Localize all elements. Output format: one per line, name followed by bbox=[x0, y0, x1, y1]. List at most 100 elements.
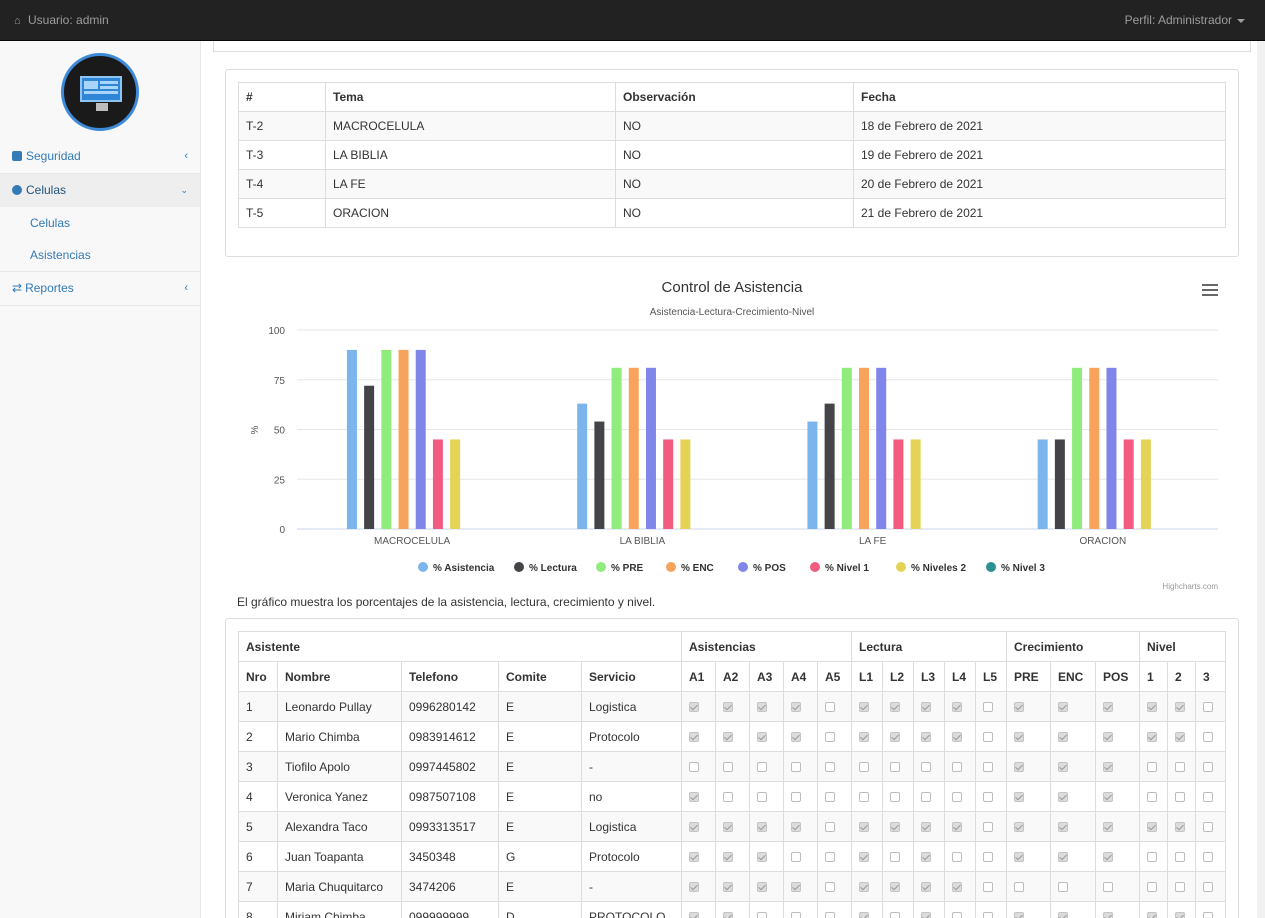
attendance-checkbox[interactable] bbox=[952, 912, 962, 918]
attendance-checkbox[interactable] bbox=[1103, 792, 1113, 803]
attendance-checkbox[interactable] bbox=[1014, 732, 1024, 743]
attendance-checkbox[interactable] bbox=[757, 792, 767, 803]
attendance-checkbox[interactable] bbox=[952, 822, 962, 833]
attendance-checkbox[interactable] bbox=[825, 912, 835, 918]
attendance-checkbox[interactable] bbox=[890, 882, 900, 893]
attendance-checkbox[interactable] bbox=[723, 792, 733, 803]
attendance-checkbox[interactable] bbox=[952, 762, 962, 773]
attendance-checkbox[interactable] bbox=[723, 762, 733, 773]
attendance-checkbox[interactable] bbox=[1058, 912, 1068, 918]
attendance-checkbox[interactable] bbox=[983, 882, 993, 893]
attendance-checkbox[interactable] bbox=[1103, 912, 1113, 918]
attendance-checkbox[interactable] bbox=[825, 732, 835, 743]
attendance-checkbox[interactable] bbox=[757, 882, 767, 893]
attendance-checkbox[interactable] bbox=[757, 852, 767, 863]
attendance-checkbox[interactable] bbox=[1103, 762, 1113, 773]
attendance-checkbox[interactable] bbox=[921, 852, 931, 863]
attendance-checkbox[interactable] bbox=[921, 792, 931, 803]
attendance-checkbox[interactable] bbox=[1058, 702, 1068, 713]
attendance-checkbox[interactable] bbox=[983, 852, 993, 863]
attendance-checkbox[interactable] bbox=[1103, 702, 1113, 713]
attendance-checkbox[interactable] bbox=[1203, 882, 1213, 893]
attendance-checkbox[interactable] bbox=[1058, 762, 1068, 773]
attendance-checkbox[interactable] bbox=[859, 762, 869, 773]
attendance-checkbox[interactable] bbox=[921, 882, 931, 893]
attendance-checkbox[interactable] bbox=[1058, 822, 1068, 833]
attendance-checkbox[interactable] bbox=[983, 762, 993, 773]
attendance-checkbox[interactable] bbox=[757, 912, 767, 918]
attendance-checkbox[interactable] bbox=[791, 822, 801, 833]
attendance-checkbox[interactable] bbox=[859, 882, 869, 893]
attendance-checkbox[interactable] bbox=[859, 852, 869, 863]
attendance-checkbox[interactable] bbox=[1147, 882, 1157, 893]
user-menu[interactable]: ⌂ Usuario: admin bbox=[14, 13, 109, 27]
attendance-checkbox[interactable] bbox=[890, 912, 900, 918]
attendance-checkbox[interactable] bbox=[791, 792, 801, 803]
attendance-checkbox[interactable] bbox=[890, 852, 900, 863]
attendance-checkbox[interactable] bbox=[1014, 822, 1024, 833]
attendance-checkbox[interactable] bbox=[825, 882, 835, 893]
attendance-checkbox[interactable] bbox=[1103, 822, 1113, 833]
attendance-checkbox[interactable] bbox=[1058, 792, 1068, 803]
attendance-checkbox[interactable] bbox=[825, 792, 835, 803]
attendance-checkbox[interactable] bbox=[890, 732, 900, 743]
attendance-checkbox[interactable] bbox=[689, 912, 699, 918]
attendance-checkbox[interactable] bbox=[983, 912, 993, 918]
attendance-checkbox[interactable] bbox=[921, 762, 931, 773]
attendance-checkbox[interactable] bbox=[689, 882, 699, 893]
attendance-checkbox[interactable] bbox=[890, 822, 900, 833]
attendance-checkbox[interactable] bbox=[791, 732, 801, 743]
attendance-checkbox[interactable] bbox=[791, 912, 801, 918]
attendance-checkbox[interactable] bbox=[791, 702, 801, 713]
attendance-checkbox[interactable] bbox=[1203, 792, 1213, 803]
attendance-checkbox[interactable] bbox=[1203, 912, 1213, 918]
attendance-checkbox[interactable] bbox=[952, 852, 962, 863]
attendance-checkbox[interactable] bbox=[723, 912, 733, 918]
page-scrollbar[interactable] bbox=[1257, 41, 1265, 918]
attendance-checkbox[interactable] bbox=[859, 792, 869, 803]
attendance-checkbox[interactable] bbox=[791, 882, 801, 893]
attendance-checkbox[interactable] bbox=[952, 732, 962, 743]
attendance-checkbox[interactable] bbox=[859, 702, 869, 713]
attendance-checkbox[interactable] bbox=[921, 702, 931, 713]
chart-menu-icon[interactable] bbox=[1202, 284, 1218, 296]
attendance-checkbox[interactable] bbox=[983, 702, 993, 713]
attendance-checkbox[interactable] bbox=[1203, 732, 1213, 743]
attendance-checkbox[interactable] bbox=[723, 732, 733, 743]
attendance-checkbox[interactable] bbox=[1103, 732, 1113, 743]
attendance-checkbox[interactable] bbox=[825, 822, 835, 833]
attendance-checkbox[interactable] bbox=[890, 792, 900, 803]
attendance-checkbox[interactable] bbox=[1175, 822, 1185, 833]
attendance-checkbox[interactable] bbox=[1147, 762, 1157, 773]
attendance-checkbox[interactable] bbox=[952, 702, 962, 713]
attendance-checkbox[interactable] bbox=[791, 762, 801, 773]
attendance-checkbox[interactable] bbox=[689, 792, 699, 803]
attendance-checkbox[interactable] bbox=[689, 852, 699, 863]
attendance-checkbox[interactable] bbox=[723, 852, 733, 863]
profile-dropdown[interactable]: Perfil: Administrador bbox=[1125, 13, 1245, 27]
attendance-checkbox[interactable] bbox=[921, 822, 931, 833]
attendance-checkbox[interactable] bbox=[1175, 732, 1185, 743]
attendance-checkbox[interactable] bbox=[689, 762, 699, 773]
attendance-checkbox[interactable] bbox=[723, 702, 733, 713]
attendance-checkbox[interactable] bbox=[1147, 822, 1157, 833]
attendance-checkbox[interactable] bbox=[1175, 792, 1185, 803]
attendance-checkbox[interactable] bbox=[983, 822, 993, 833]
attendance-checkbox[interactable] bbox=[1203, 822, 1213, 833]
attendance-checkbox[interactable] bbox=[1147, 702, 1157, 713]
attendance-checkbox[interactable] bbox=[757, 822, 767, 833]
attendance-checkbox[interactable] bbox=[1175, 702, 1185, 713]
sidebar-subitem-celulas[interactable]: Celulas bbox=[0, 207, 200, 239]
attendance-checkbox[interactable] bbox=[689, 822, 699, 833]
attendance-checkbox[interactable] bbox=[1203, 702, 1213, 713]
attendance-checkbox[interactable] bbox=[1103, 882, 1113, 893]
attendance-checkbox[interactable] bbox=[859, 732, 869, 743]
attendance-checkbox[interactable] bbox=[1203, 852, 1213, 863]
attendance-checkbox[interactable] bbox=[1014, 912, 1024, 918]
attendance-checkbox[interactable] bbox=[1175, 882, 1185, 893]
attendance-checkbox[interactable] bbox=[1175, 912, 1185, 918]
attendance-checkbox[interactable] bbox=[757, 762, 767, 773]
attendance-checkbox[interactable] bbox=[1175, 852, 1185, 863]
attendance-checkbox[interactable] bbox=[825, 852, 835, 863]
attendance-checkbox[interactable] bbox=[983, 792, 993, 803]
